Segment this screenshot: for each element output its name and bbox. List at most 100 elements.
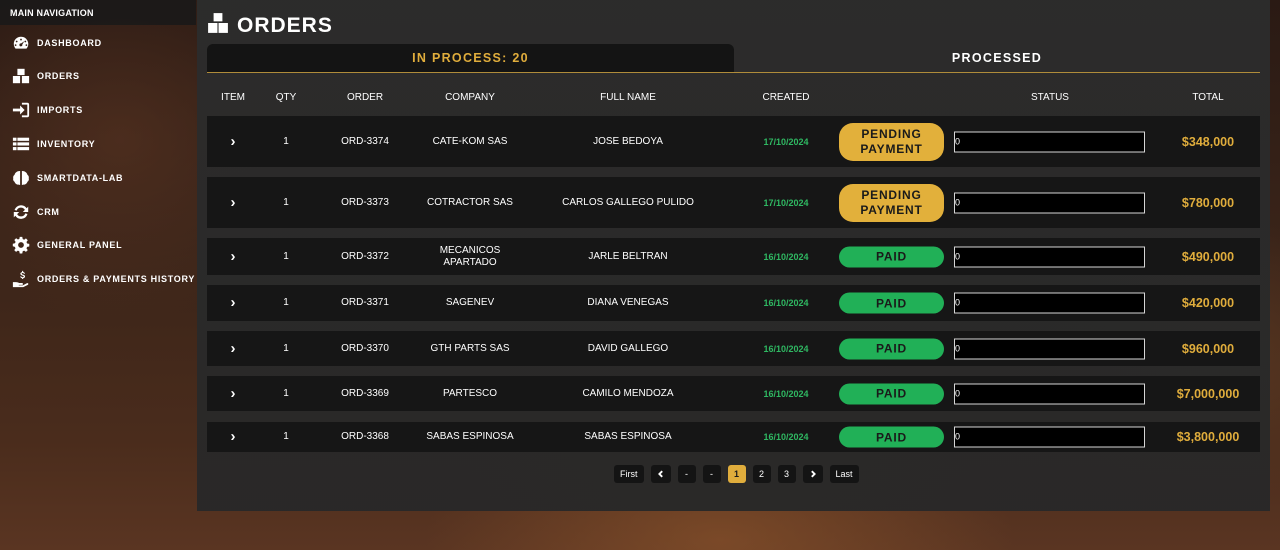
row-order-id: ORD-3369: [341, 387, 389, 399]
sidebar-item-label: INVENTORY: [37, 139, 96, 149]
pagination-last-button[interactable]: Last: [829, 465, 859, 483]
sidebar-item-general-panel[interactable]: GENERAL PANEL: [0, 230, 196, 260]
row-order-id: ORD-3368: [341, 431, 389, 442]
table-row[interactable]: › 1 ORD-3374 CATE-KOM SAS JOSE BEDOYA 17…: [207, 116, 1260, 167]
row-created-date: 16/10/2024: [763, 343, 809, 354]
pagination-page-1[interactable]: 1: [727, 465, 746, 483]
row-company: PARTESCO: [442, 387, 498, 399]
sidebar: MAIN NAVIGATION DASHBOARD ORDERS IMPORTS…: [0, 0, 196, 550]
row-created-date: 17/10/2024: [763, 136, 809, 147]
status-badge[interactable]: PAID: [839, 246, 944, 267]
sidebar-item-imports[interactable]: IMPORTS: [0, 95, 196, 125]
row-full-name: JOSE BEDOYA: [593, 135, 663, 147]
row-total: $7,000,000: [1176, 386, 1240, 401]
pagination-ellipsis-left[interactable]: -: [677, 465, 696, 483]
tab-in-process[interactable]: IN PROCESS: 20: [207, 44, 734, 72]
sidebar-item-orders[interactable]: ORDERS: [0, 61, 196, 91]
table-row[interactable]: › 1 ORD-3368 SABAS ESPINOSA SABAS ESPINO…: [207, 422, 1260, 452]
sync-icon: [11, 202, 31, 222]
row-full-name: JARLE BELTRAN: [588, 250, 668, 262]
gauge-icon: [11, 33, 31, 53]
column-header-company: COMPANY: [445, 92, 495, 103]
status-badge[interactable]: PENDING PAYMENT: [839, 183, 944, 222]
row-full-name: SABAS ESPINOSA: [584, 431, 672, 442]
pagination-page-2[interactable]: 2: [752, 465, 771, 483]
sidebar-item-orders-payments-history[interactable]: ORDERS & PAYMENTS HISTORY: [0, 264, 196, 294]
table-row[interactable]: › 1 ORD-3372 MECANICOS APARTADO JARLE BE…: [207, 238, 1260, 275]
table-row[interactable]: › 1 ORD-3370 GTH PARTS SAS DAVID GALLEGO…: [207, 331, 1260, 366]
brain-icon: [11, 168, 31, 188]
pagination-next-button[interactable]: [802, 465, 823, 483]
row-total: $960,000: [1181, 341, 1235, 356]
progress-field: 0: [954, 426, 1145, 448]
sidebar-item-crm[interactable]: CRM: [0, 197, 196, 227]
progress-field: 0: [954, 246, 1145, 267]
table-row[interactable]: › 1 ORD-3373 COTRACTOR SAS CARLOS GALLEG…: [207, 177, 1260, 228]
chevron-right-icon: [810, 470, 816, 478]
sidebar-item-label: CRM: [37, 207, 60, 217]
sidebar-header: MAIN NAVIGATION: [0, 0, 196, 25]
status-badge[interactable]: PAID: [839, 383, 944, 404]
progress-field: 0: [954, 192, 1145, 213]
row-total: $3,800,000: [1176, 430, 1240, 444]
column-header-qty: QTY: [275, 92, 297, 103]
status-badge[interactable]: PAID: [839, 338, 944, 359]
progress-field: 0: [954, 383, 1145, 404]
status-badge[interactable]: PENDING PAYMENT: [839, 122, 944, 161]
expand-row-chevron-icon[interactable]: ›: [231, 195, 236, 210]
row-qty: 1: [283, 431, 289, 442]
row-total: $780,000: [1181, 195, 1235, 210]
progress-field: 0: [954, 292, 1145, 314]
gear-icon: [11, 235, 31, 255]
row-created-date: 16/10/2024: [763, 298, 809, 308]
page-header: ORDERS: [207, 12, 333, 39]
sign-in-icon: [11, 100, 31, 120]
table-row[interactable]: › 1 ORD-3371 SAGENEV DIANA VENEGAS 16/10…: [207, 285, 1260, 321]
pagination: First - - 1 2 3 Last: [614, 465, 859, 483]
orders-panel: ORDERS IN PROCESS: 20 PROCESSED ITEM QTY…: [197, 0, 1270, 511]
pagination-page-3[interactable]: 3: [777, 465, 796, 483]
expand-row-chevron-icon[interactable]: ›: [231, 134, 236, 149]
sidebar-item-label: DASHBOARD: [37, 38, 102, 48]
row-company: CATE-KOM SAS: [432, 135, 508, 147]
row-total: $490,000: [1181, 249, 1235, 264]
row-qty: 1: [283, 342, 289, 354]
pagination-ellipsis-right[interactable]: -: [702, 465, 721, 483]
page-title: ORDERS: [237, 13, 333, 37]
expand-row-chevron-icon[interactable]: ›: [231, 249, 236, 264]
status-badge[interactable]: PAID: [839, 426, 944, 448]
row-qty: 1: [283, 387, 289, 399]
row-order-id: ORD-3370: [341, 342, 389, 354]
pagination-prev-button[interactable]: [650, 465, 671, 483]
sidebar-item-label: IMPORTS: [37, 105, 83, 115]
sidebar-item-dashboard[interactable]: DASHBOARD: [0, 28, 196, 58]
row-order-id: ORD-3371: [341, 297, 389, 308]
status-badge[interactable]: PAID: [839, 292, 944, 314]
row-created-date: 16/10/2024: [763, 432, 809, 442]
row-full-name: DIANA VENEGAS: [587, 297, 669, 308]
hand-dollar-icon: [11, 269, 31, 289]
row-qty: 1: [283, 297, 289, 308]
table-row[interactable]: › 1 ORD-3369 PARTESCO CAMILO MENDOZA 16/…: [207, 376, 1260, 411]
tab-processed[interactable]: PROCESSED: [734, 44, 1260, 72]
expand-row-chevron-icon[interactable]: ›: [231, 295, 236, 310]
row-full-name: CAMILO MENDOZA: [582, 387, 674, 399]
row-created-date: 16/10/2024: [763, 388, 809, 399]
row-qty: 1: [283, 250, 289, 262]
expand-row-chevron-icon[interactable]: ›: [231, 386, 236, 401]
row-total: $348,000: [1181, 134, 1235, 149]
column-header-created: CREATED: [762, 92, 810, 103]
sidebar-item-label: ORDERS: [37, 71, 80, 81]
expand-row-chevron-icon[interactable]: ›: [231, 341, 236, 356]
row-created-date: 17/10/2024: [763, 197, 809, 208]
sidebar-item-smartdata-lab[interactable]: SMARTDATA-LAB: [0, 163, 196, 193]
row-qty: 1: [283, 135, 289, 147]
column-header-total: TOTAL: [1192, 92, 1224, 103]
sidebar-item-inventory[interactable]: INVENTORY: [0, 129, 196, 159]
expand-row-chevron-icon[interactable]: ›: [231, 429, 236, 444]
row-created-date: 16/10/2024: [763, 251, 809, 262]
row-company: MECANICOS APARTADO: [439, 244, 501, 268]
pagination-first-button[interactable]: First: [614, 465, 644, 483]
boxes-icon: [207, 12, 229, 39]
column-header-order: ORDER: [346, 92, 384, 103]
